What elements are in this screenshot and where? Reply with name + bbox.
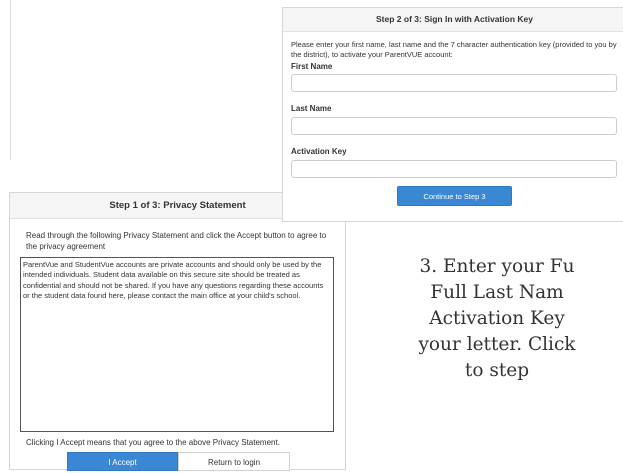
background-divider [10, 0, 11, 160]
last-name-label: Last Name [291, 104, 332, 113]
accept-note-text: Clicking I Accept means that you agree t… [26, 438, 280, 447]
continue-to-step-3-button[interactable]: Continue to Step 3 [397, 186, 512, 206]
activation-key-label: Activation Key [291, 147, 347, 156]
activation-key-dialog: Step 2 of 3: Sign In with Activation Key… [282, 7, 623, 222]
accept-button[interactable]: I Accept [67, 452, 178, 471]
activation-intro-text: Please enter your first name, last name … [291, 40, 617, 59]
activation-key-input[interactable] [291, 160, 617, 178]
first-name-input[interactable] [291, 74, 617, 92]
return-to-login-button[interactable]: Return to login [178, 452, 290, 471]
last-name-input[interactable] [291, 117, 617, 135]
instruction-text: 3. Enter your Fu Full Last Nam Activatio… [418, 256, 576, 381]
first-name-label: First Name [291, 62, 333, 71]
privacy-intro-text: Read through the following Privacy State… [26, 231, 327, 251]
dialog-title: Step 2 of 3: Sign In with Activation Key [283, 8, 623, 32]
privacy-statement-dialog: Step 1 of 3: Privacy Statement Read thro… [9, 192, 346, 471]
privacy-statement-textarea[interactable]: ParentVue and StudentVue accounts are pr… [20, 257, 334, 432]
